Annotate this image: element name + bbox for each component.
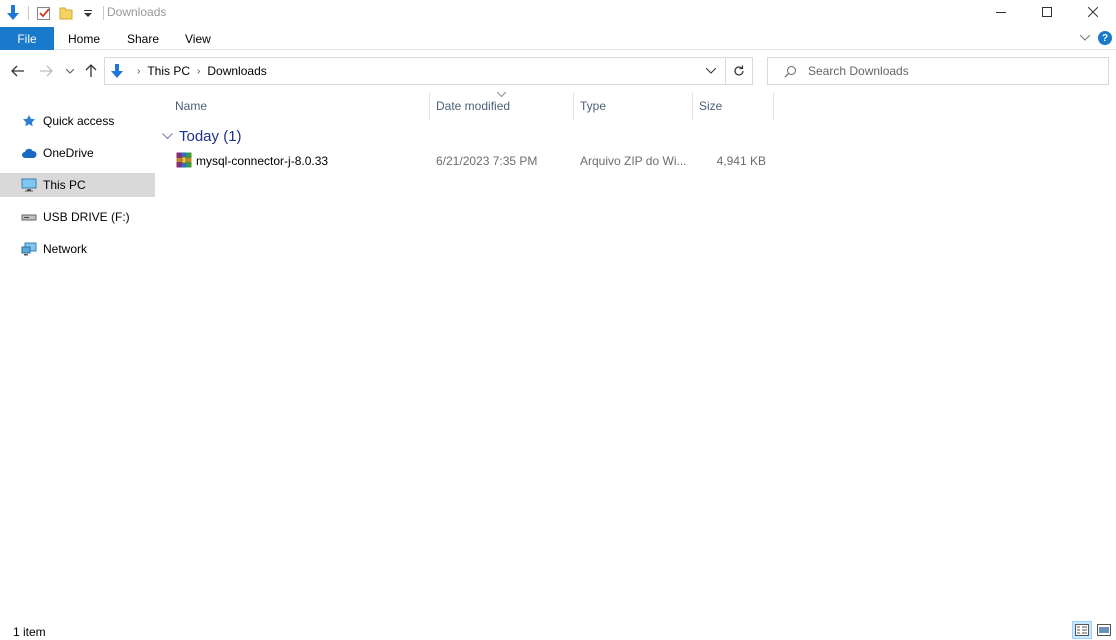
ribbon-right-controls: ? — [1076, 29, 1112, 47]
toolbar-divider — [103, 6, 104, 20]
breadcrumb-separator[interactable]: › — [197, 66, 200, 77]
tab-home[interactable]: Home — [68, 27, 100, 50]
refresh-button[interactable] — [726, 57, 753, 85]
large-icons-view-button[interactable] — [1094, 621, 1114, 639]
customize-dropdown-icon[interactable] — [79, 4, 97, 22]
quick-access-toolbar — [4, 2, 110, 24]
file-type: Arquivo ZIP do Wi... — [580, 154, 687, 168]
minimize-button[interactable] — [978, 0, 1024, 24]
view-switcher — [1070, 621, 1114, 639]
search-box[interactable] — [767, 57, 1109, 85]
cloud-icon — [20, 145, 38, 161]
item-count: 1 item — [13, 625, 46, 639]
download-arrow-icon[interactable] — [4, 4, 22, 22]
sidebar-item-label: USB DRIVE (F:) — [43, 210, 130, 224]
sidebar-item-label: OneDrive — [43, 146, 94, 160]
chevron-down-icon[interactable] — [162, 131, 173, 143]
group-label: Today (1) — [179, 128, 242, 145]
toolbar-divider — [28, 6, 29, 20]
ribbon-tab-bar: File Home Share View ? — [0, 26, 1116, 50]
downloads-location-icon — [110, 62, 126, 80]
close-button[interactable] — [1070, 0, 1116, 24]
chevron-down-icon[interactable] — [703, 63, 719, 79]
properties-check-icon[interactable] — [35, 4, 53, 22]
window-title: Downloads — [107, 5, 167, 19]
recent-locations-button[interactable] — [60, 61, 80, 81]
group-header-today[interactable]: Today (1) — [162, 128, 242, 145]
column-header-date-modified[interactable]: Date modified — [430, 92, 574, 120]
monitor-icon — [20, 177, 38, 193]
details-view-button[interactable] — [1072, 621, 1092, 639]
sidebar-item-onedrive[interactable]: OneDrive — [0, 141, 155, 165]
star-icon — [20, 113, 38, 129]
usb-drive-icon — [20, 209, 38, 225]
sidebar-item-network[interactable]: Network — [0, 237, 155, 261]
sidebar-item-label: Quick access — [43, 114, 115, 128]
sidebar-item-this-pc[interactable]: This PC — [0, 173, 155, 197]
window-controls — [978, 0, 1116, 24]
address-bar[interactable]: › This PC › Downloads — [104, 57, 726, 85]
new-folder-icon[interactable] — [57, 4, 75, 22]
refresh-icon — [734, 65, 744, 76]
status-bar: 1 item — [0, 618, 1116, 640]
tab-file[interactable]: File — [0, 27, 54, 50]
search-icon — [782, 63, 798, 79]
search-input[interactable] — [808, 64, 1088, 78]
maximize-button[interactable] — [1024, 0, 1070, 24]
tab-share[interactable]: Share — [127, 27, 159, 50]
column-header-type[interactable]: Type — [574, 92, 693, 120]
navigation-pane: Quick access OneDrive This PC USB DRIVE … — [0, 104, 155, 604]
network-icon — [20, 241, 38, 257]
sidebar-item-usb-drive[interactable]: USB DRIVE (F:) — [0, 205, 155, 229]
back-button[interactable] — [8, 61, 28, 81]
breadcrumb-downloads[interactable]: Downloads — [207, 64, 266, 78]
details-view-icon — [1075, 624, 1089, 636]
file-date-modified: 6/21/2023 7:35 PM — [436, 154, 538, 168]
file-row[interactable]: mysql-connector-j-8.0.33 6/21/2023 7:35 … — [158, 150, 778, 172]
tab-view[interactable]: View — [185, 27, 211, 50]
title-bar: Downloads — [0, 0, 1116, 26]
breadcrumb-separator[interactable]: › — [137, 66, 140, 77]
column-header-size[interactable]: Size — [693, 92, 774, 120]
help-icon[interactable]: ? — [1098, 31, 1112, 45]
expand-ribbon-icon[interactable] — [1076, 29, 1094, 47]
sidebar-item-quick-access[interactable]: Quick access — [0, 109, 155, 133]
sidebar-item-label: This PC — [43, 178, 86, 192]
file-size: 4,941 KB — [716, 154, 766, 168]
up-button[interactable] — [81, 61, 101, 81]
sidebar-item-label: Network — [43, 242, 88, 256]
file-list: Name Date modified Type Size Today (1) m… — [158, 91, 1116, 612]
column-header-name[interactable]: Name — [169, 92, 430, 120]
large-icons-view-icon — [1097, 624, 1111, 636]
forward-button[interactable] — [36, 61, 56, 81]
file-name[interactable]: mysql-connector-j-8.0.33 — [196, 154, 328, 168]
breadcrumb-this-pc[interactable]: This PC — [147, 64, 190, 78]
winrar-archive-icon — [176, 152, 192, 168]
